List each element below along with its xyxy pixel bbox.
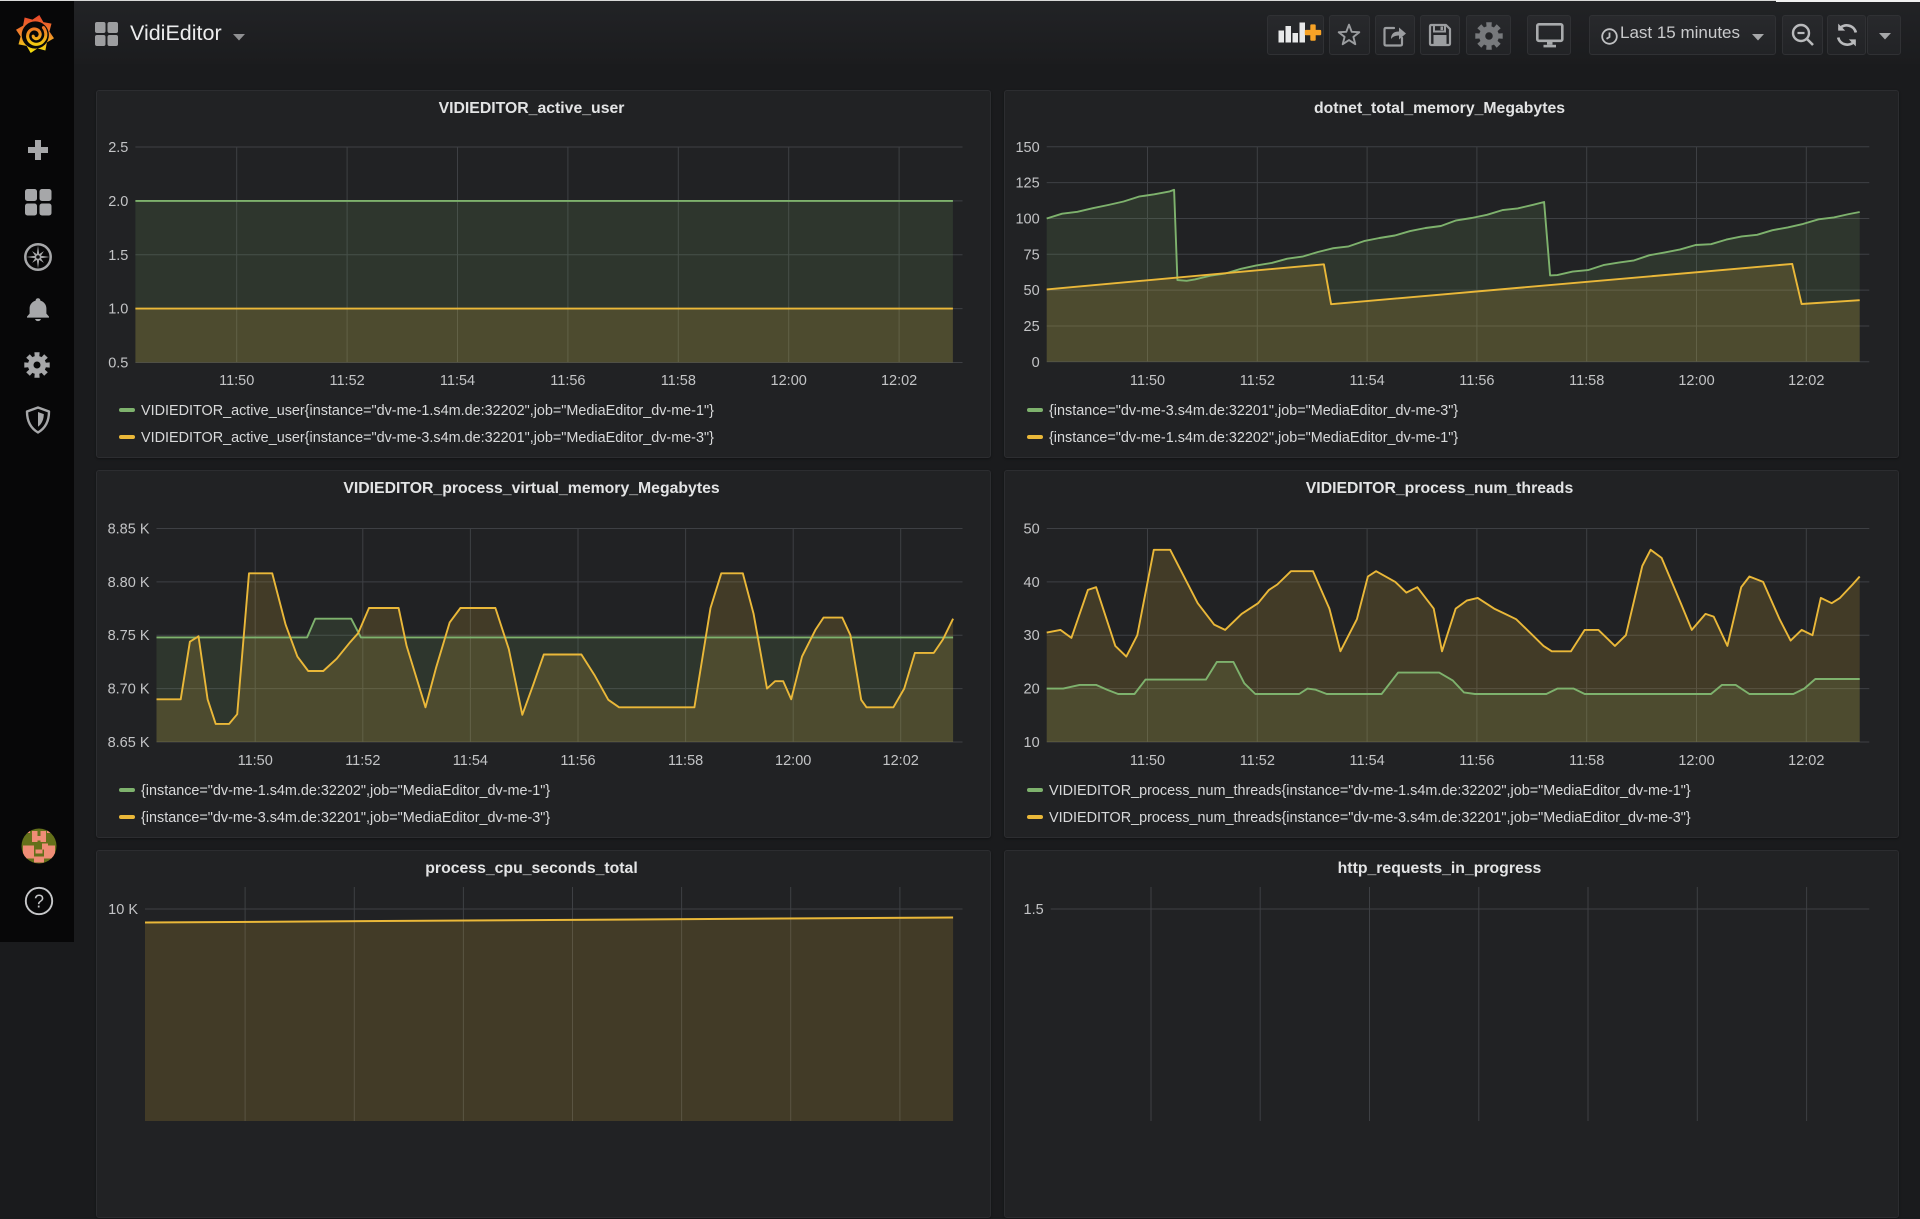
svg-text:12:02: 12:02 bbox=[1788, 753, 1824, 769]
svg-text:25: 25 bbox=[1024, 319, 1040, 335]
svg-text:75: 75 bbox=[1024, 247, 1040, 263]
svg-text:11:58: 11:58 bbox=[661, 373, 696, 389]
svg-text:2.5: 2.5 bbox=[108, 140, 128, 156]
svg-text:12:02: 12:02 bbox=[881, 373, 917, 389]
svg-text:11:56: 11:56 bbox=[550, 373, 585, 389]
svg-text:100: 100 bbox=[1015, 212, 1039, 228]
svg-text:8.70 K: 8.70 K bbox=[108, 682, 150, 698]
svg-text:125: 125 bbox=[1015, 176, 1039, 192]
svg-text:50: 50 bbox=[1024, 522, 1040, 538]
svg-text:11:54: 11:54 bbox=[1349, 373, 1384, 389]
svg-text:12:02: 12:02 bbox=[1788, 373, 1824, 389]
svg-text:150: 150 bbox=[1015, 140, 1039, 156]
svg-text:11:50: 11:50 bbox=[238, 753, 273, 769]
svg-text:8.75 K: 8.75 K bbox=[108, 628, 150, 644]
svg-text:1.5: 1.5 bbox=[1024, 902, 1044, 918]
svg-text:11:56: 11:56 bbox=[1459, 373, 1494, 389]
svg-text:1.5: 1.5 bbox=[108, 248, 128, 264]
svg-text:2.0: 2.0 bbox=[108, 194, 128, 210]
svg-text:11:50: 11:50 bbox=[1130, 753, 1165, 769]
svg-text:12:00: 12:00 bbox=[771, 373, 807, 389]
svg-text:12:00: 12:00 bbox=[1678, 753, 1714, 769]
svg-text:11:52: 11:52 bbox=[345, 753, 380, 769]
svg-text:11:58: 11:58 bbox=[668, 753, 703, 769]
svg-text:11:54: 11:54 bbox=[440, 373, 475, 389]
svg-text:?: ? bbox=[34, 892, 44, 912]
svg-text:11:58: 11:58 bbox=[1569, 373, 1604, 389]
svg-text:11:50: 11:50 bbox=[219, 373, 254, 389]
svg-text:12:02: 12:02 bbox=[883, 753, 919, 769]
svg-text:20: 20 bbox=[1024, 682, 1040, 698]
svg-text:11:54: 11:54 bbox=[1349, 753, 1384, 769]
svg-text:10: 10 bbox=[1024, 735, 1040, 751]
svg-text:40: 40 bbox=[1024, 575, 1040, 591]
svg-text:30: 30 bbox=[1024, 628, 1040, 644]
svg-text:11:52: 11:52 bbox=[1240, 373, 1275, 389]
svg-text:11:52: 11:52 bbox=[329, 373, 364, 389]
svg-text:11:58: 11:58 bbox=[1569, 753, 1604, 769]
svg-text:50: 50 bbox=[1024, 283, 1040, 299]
svg-text:8.80 K: 8.80 K bbox=[108, 575, 150, 591]
svg-text:11:54: 11:54 bbox=[453, 753, 488, 769]
svg-text:11:52: 11:52 bbox=[1240, 753, 1275, 769]
svg-text:11:56: 11:56 bbox=[1459, 753, 1494, 769]
svg-text:12:00: 12:00 bbox=[1678, 373, 1714, 389]
svg-text:0.5: 0.5 bbox=[108, 356, 128, 372]
svg-text:8.85 K: 8.85 K bbox=[108, 522, 150, 538]
svg-text:12:00: 12:00 bbox=[775, 753, 811, 769]
svg-text:1.0: 1.0 bbox=[108, 302, 128, 318]
svg-text:10 K: 10 K bbox=[108, 902, 138, 918]
svg-text:11:50: 11:50 bbox=[1130, 373, 1165, 389]
svg-text:8.65 K: 8.65 K bbox=[108, 735, 150, 751]
svg-text:11:56: 11:56 bbox=[560, 753, 595, 769]
svg-text:0: 0 bbox=[1032, 355, 1040, 371]
